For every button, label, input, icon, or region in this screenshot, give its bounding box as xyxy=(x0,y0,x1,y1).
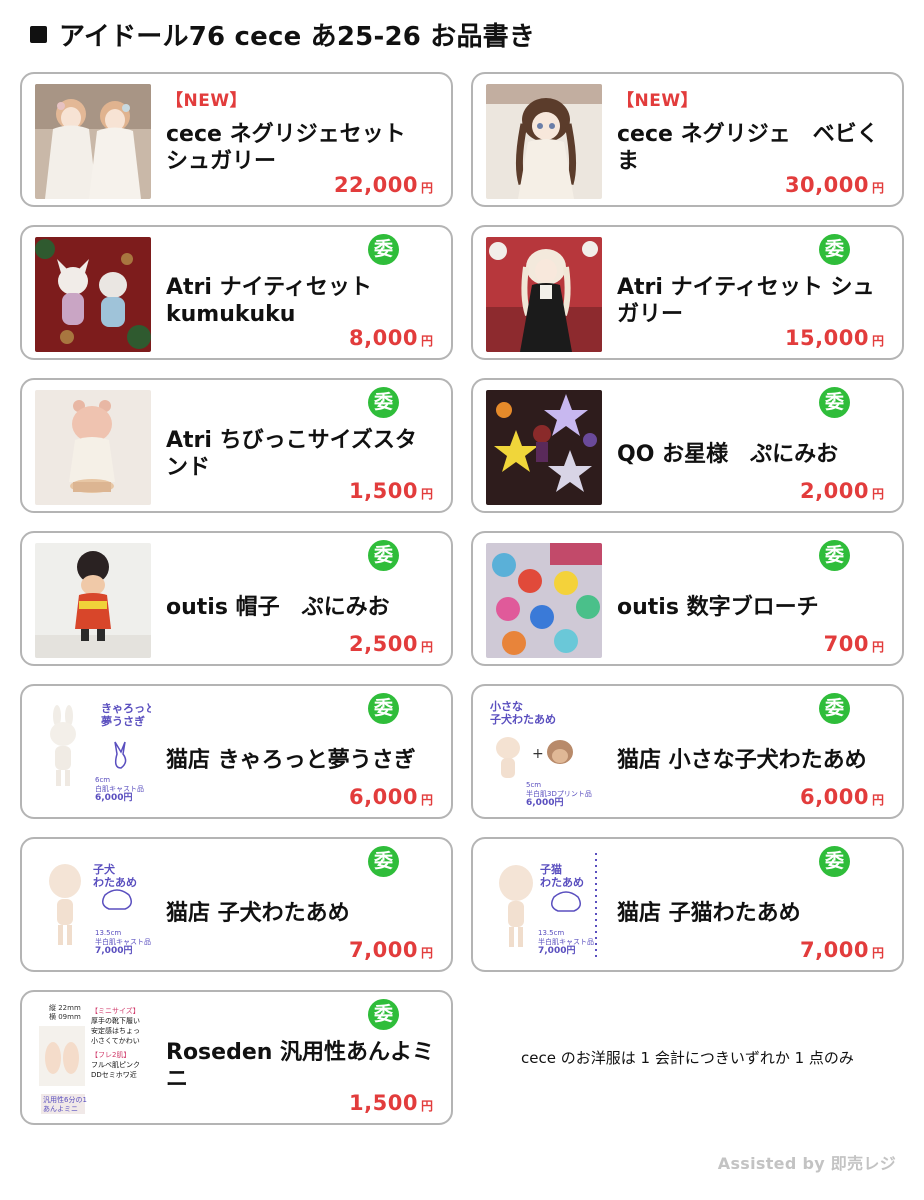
item-price: 6,000 円 xyxy=(800,785,884,809)
item-name: outis 数字ブローチ xyxy=(617,594,819,620)
doll-braids-bear-hat-image xyxy=(486,84,602,199)
thumb-description: 【ミニサイズ】 厚手の靴下履い 安定感はちょっ 小さくてかわい 【フレ2肌】 フ… xyxy=(91,1007,140,1079)
item-price: 22,000 円 xyxy=(333,173,433,197)
consignment-badge: 委 xyxy=(368,540,399,571)
item-card[interactable]: 子犬 わたあめ 13.5cm 半白肌キャスト品 7,000円 委 猫店 子犬わたあめ … xyxy=(20,837,453,972)
item-price: 2,000 円 xyxy=(800,479,884,503)
item-photo: 子犬 わたあめ 13.5cm 半白肌キャスト品 7,000円 xyxy=(35,849,151,964)
thumb-caption: 汎用性6分の1 あんよミニ xyxy=(43,1096,87,1113)
doll-fur-hat-image xyxy=(35,543,151,658)
number-brooches-image xyxy=(486,543,602,658)
item-name: Atri ナイティセット kumukuku xyxy=(166,275,372,327)
item-card[interactable]: きゃろっと 夢うさぎ 6cm 白肌キャスト品 6,000円 委 猫店 きゃろっと夢うさ… xyxy=(20,684,453,819)
item-price: 8,000 円 xyxy=(349,326,433,350)
item-card[interactable]: 縦 22mm 横 09mm 【ミニサイズ】 厚手の靴下履い 安定感はちょっ 小さく… xyxy=(20,990,453,1125)
item-photo: + 小さな 子犬わたあめ 5cm 半白肌3Dプリント品 6,000円 xyxy=(486,696,602,811)
svg-text:+: + xyxy=(532,746,544,762)
item-price: 6,000 円 xyxy=(349,785,433,809)
item-card[interactable]: 委 Atri ちびっこサイズスタンド 1,500 円 xyxy=(20,378,453,513)
item-name: outis 帽子 ぷにみお xyxy=(166,594,390,620)
thumb-title: 小さな 子犬わたあめ xyxy=(490,700,556,726)
consignment-badge: 委 xyxy=(368,999,399,1030)
item-photo: 子猫 わたあめ 13.5cm 半白肌キャスト品 7,000円 xyxy=(486,849,602,964)
item-price: 7,000 円 xyxy=(349,938,433,962)
item-name: cece ネグリジェ ベビくま xyxy=(617,122,879,174)
item-name: 猫店 きゃろっと夢うさぎ xyxy=(166,747,416,773)
item-name: Roseden 汎用性あんよミニ xyxy=(166,1040,435,1092)
consignment-badge: 委 xyxy=(368,846,399,877)
item-card[interactable]: 子猫 わたあめ 13.5cm 半白肌キャスト品 7,000円 委 猫店 子猫わたあめ … xyxy=(471,837,904,972)
item-card[interactable]: 委 QO お星様 ぷにみお 2,000 円 xyxy=(471,378,904,513)
new-badge: 【NEW】 xyxy=(166,91,248,111)
star-plush-doll-image xyxy=(486,390,602,505)
item-price: 15,000 円 xyxy=(784,326,884,350)
item-photo xyxy=(35,390,151,505)
item-card[interactable]: 委 outis 数字ブローチ 700 円 xyxy=(471,531,904,666)
thumb-title: きゃろっと 夢うさぎ xyxy=(101,702,151,728)
thumb-dimensions: 縦 22mm 横 09mm xyxy=(49,1004,81,1021)
item-photo: きゃろっと 夢うさぎ 6cm 白肌キャスト品 6,000円 xyxy=(35,696,151,811)
item-price: 1,500 円 xyxy=(349,479,433,503)
plush-animal-dolls-red-image xyxy=(35,237,151,352)
item-photo xyxy=(486,543,602,658)
item-price: 30,000 円 xyxy=(784,173,884,197)
item-photo xyxy=(486,390,602,505)
item-name: Atri ちびっこサイズスタンド xyxy=(166,428,417,480)
item-price: 2,500 円 xyxy=(349,632,433,656)
consignment-badge: 委 xyxy=(368,387,399,418)
item-card[interactable]: 【NEW】 cece ネグリジェ ベビくま 30,000 円 xyxy=(471,72,904,207)
consignment-badge: 委 xyxy=(819,540,850,571)
thumb-spec: 6cm 白肌キャスト品 6,000円 xyxy=(95,776,144,803)
item-photo: 縦 22mm 横 09mm 【ミニサイズ】 厚手の靴下履い 安定感はちょっ 小さく… xyxy=(35,1002,151,1117)
purchase-limit-note: cece のお洋服は 1 会計につきいずれか 1 点のみ xyxy=(521,1049,854,1067)
item-price: 7,000 円 xyxy=(800,938,884,962)
item-photo xyxy=(486,84,602,199)
item-card[interactable]: + 小さな 子犬わたあめ 5cm 半白肌3Dプリント品 6,000円 委 猫店 小さな… xyxy=(471,684,904,819)
square-bullet-icon xyxy=(30,26,47,43)
consignment-badge: 委 xyxy=(819,387,850,418)
item-name: cece ネグリジェセット シュガリー xyxy=(166,122,406,174)
item-card[interactable]: 委 Atri ナイティセット kumukuku 8,000 円 xyxy=(20,225,453,360)
item-name: QO お星様 ぷにみお xyxy=(617,441,839,467)
item-card[interactable]: 【NEW】 cece ネグリジェセット シュガリー 22,000 円 xyxy=(20,72,453,207)
doll-black-dress-red-bg-image xyxy=(486,237,602,352)
item-photo xyxy=(35,237,151,352)
thumb-spec: 5cm 半白肌3Dプリント品 6,000円 xyxy=(526,781,592,808)
consignment-badge: 委 xyxy=(368,234,399,265)
thumb-spec: 13.5cm 半白肌キャスト品 7,000円 xyxy=(95,929,151,956)
item-name: Atri ナイティセット シュガリー xyxy=(617,275,875,327)
thumb-title: 子猫 わたあめ xyxy=(540,863,584,889)
thumb-title: 子犬 わたあめ xyxy=(93,863,137,889)
consignment-badge: 委 xyxy=(368,693,399,724)
two-dolls-white-nightgowns-image xyxy=(35,84,151,199)
item-photo xyxy=(35,543,151,658)
footer-credit: Assisted by 即売レジ xyxy=(717,1154,896,1173)
new-badge: 【NEW】 xyxy=(617,91,699,111)
item-photo xyxy=(486,237,602,352)
item-photo xyxy=(35,84,151,199)
consignment-badge: 委 xyxy=(819,693,850,724)
item-name: 猫店 子猫わたあめ xyxy=(617,900,801,926)
item-price: 1,500 円 xyxy=(349,1091,433,1115)
item-price: 700 円 xyxy=(823,632,884,656)
item-name: 猫店 小さな子犬わたあめ xyxy=(617,747,867,773)
thumb-spec: 13.5cm 半白肌キャスト品 7,000円 xyxy=(538,929,594,956)
item-grid: 【NEW】 cece ネグリジェセット シュガリー 22,000 円 【NEW】 … xyxy=(20,72,904,1125)
consignment-badge: 委 xyxy=(819,234,850,265)
item-card[interactable]: 委 Atri ナイティセット シュガリー 15,000 円 xyxy=(471,225,904,360)
bear-figure-stand-image xyxy=(35,390,151,505)
item-card[interactable]: 委 outis 帽子 ぷにみお 2,500 円 xyxy=(20,531,453,666)
page-title-text: アイドール76 cece あ25-26 お品書き xyxy=(59,22,536,52)
consignment-badge: 委 xyxy=(819,846,850,877)
page-title: アイドール76 cece あ25-26 お品書き xyxy=(30,16,535,53)
item-name: 猫店 子犬わたあめ xyxy=(166,900,350,926)
